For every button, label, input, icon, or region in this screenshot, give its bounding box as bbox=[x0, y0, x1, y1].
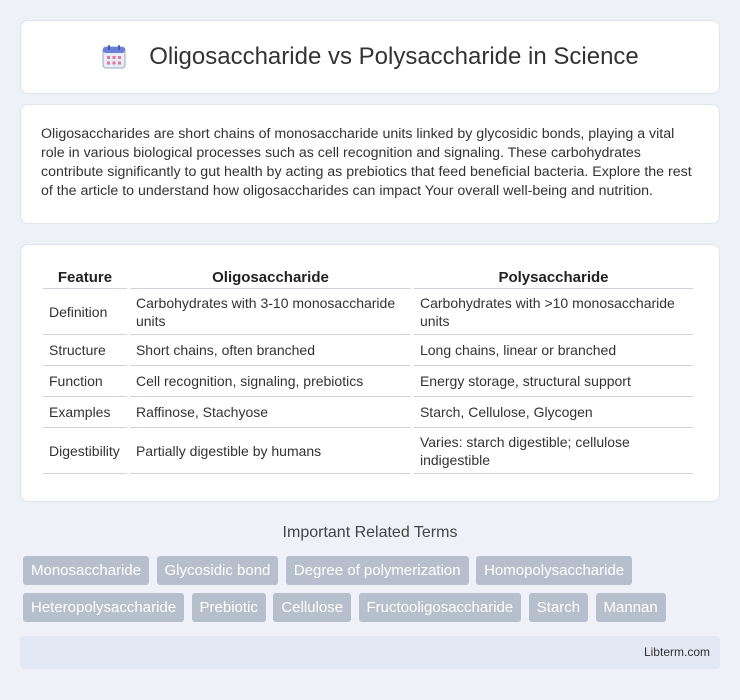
term-tag-degree-of-polymerization[interactable]: Degree of polymerization bbox=[285, 556, 469, 585]
page-title: Oligosaccharide vs Polysaccharide in Sci… bbox=[149, 43, 639, 70]
row-polysaccharide: Energy storage, structural support bbox=[413, 366, 693, 397]
row-oligosaccharide: Carbohydrates with 3-10 monosaccharide u… bbox=[129, 289, 411, 335]
term-tag-starch[interactable]: Starch bbox=[528, 593, 589, 622]
row-oligosaccharide: Raffinose, Stachyose bbox=[129, 397, 411, 428]
term-tag-glycosidic-bond[interactable]: Glycosidic bond bbox=[156, 556, 279, 585]
calendar-icon bbox=[102, 45, 126, 69]
term-tag-homopolysaccharide[interactable]: Homopolysaccharide bbox=[476, 556, 633, 585]
intro-text: Oligosaccharides are short chains of mon… bbox=[41, 126, 692, 199]
row-oligosaccharide: Partially digestible by humans bbox=[129, 428, 411, 474]
row-polysaccharide: Varies: starch digestible; cellulose ind… bbox=[413, 428, 693, 474]
footer-site-link[interactable]: Libterm.com bbox=[644, 645, 710, 659]
table-row: Function Cell recognition, signaling, pr… bbox=[43, 366, 693, 397]
row-feature: Function bbox=[43, 366, 127, 397]
header-card: Oligosaccharide vs Polysaccharide in Sci… bbox=[20, 20, 720, 94]
comparison-table-card: Feature Oligosaccharide Polysaccharide D… bbox=[20, 244, 720, 502]
table-row: Structure Short chains, often branched L… bbox=[43, 335, 693, 366]
term-tag-prebiotic[interactable]: Prebiotic bbox=[191, 593, 266, 622]
intro-card: Oligosaccharides are short chains of mon… bbox=[20, 104, 720, 224]
row-polysaccharide: Starch, Cellulose, Glycogen bbox=[413, 397, 693, 428]
row-polysaccharide: Carbohydrates with >10 monosaccharide un… bbox=[413, 289, 693, 335]
term-tag-monosaccharide[interactable]: Monosaccharide bbox=[23, 556, 150, 585]
term-tag-mannan[interactable]: Mannan bbox=[595, 593, 666, 622]
table-row: Examples Raffinose, Stachyose Starch, Ce… bbox=[43, 397, 693, 428]
row-feature: Digestibility bbox=[43, 428, 127, 474]
row-feature: Structure bbox=[43, 335, 127, 366]
row-feature: Examples bbox=[43, 397, 127, 428]
row-oligosaccharide: Short chains, often branched bbox=[129, 335, 411, 366]
header-feature: Feature bbox=[43, 267, 127, 289]
term-tag-heteropolysaccharide[interactable]: Heteropolysaccharide bbox=[23, 593, 185, 622]
term-tag-cellulose[interactable]: Cellulose bbox=[273, 593, 352, 622]
table-row: Definition Carbohydrates with 3-10 monos… bbox=[43, 289, 693, 335]
header-oligosaccharide: Oligosaccharide bbox=[129, 267, 411, 289]
comparison-table: Feature Oligosaccharide Polysaccharide D… bbox=[40, 267, 696, 474]
row-feature: Definition bbox=[43, 289, 127, 335]
row-polysaccharide: Long chains, linear or branched bbox=[413, 335, 693, 366]
table-row: Digestibility Partially digestible by hu… bbox=[43, 428, 693, 474]
related-terms-title: Important Related Terms bbox=[282, 524, 458, 541]
row-oligosaccharide: Cell recognition, signaling, prebiotics bbox=[129, 366, 411, 397]
term-tag-fructooligosaccharide[interactable]: Fructooligosaccharide bbox=[358, 593, 522, 622]
related-terms-list: Monosaccharide Glycosidic bond Degree of… bbox=[23, 556, 723, 630]
footer: Libterm.com bbox=[20, 636, 720, 669]
header-polysaccharide: Polysaccharide bbox=[413, 267, 693, 289]
